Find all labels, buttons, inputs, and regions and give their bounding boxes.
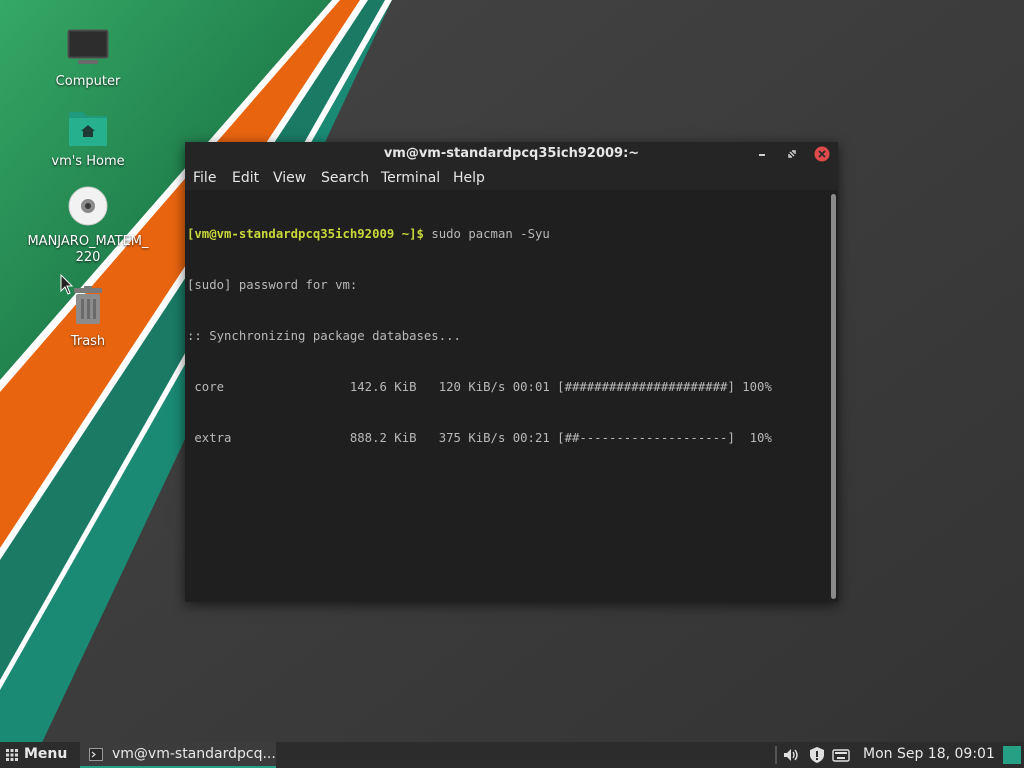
mouse-pointer-icon bbox=[60, 274, 74, 295]
terminal-icon bbox=[89, 748, 103, 761]
output-line: :: Synchronizing package databases... bbox=[187, 329, 461, 343]
output-line: core 142.6 KiB 120 KiB/s 00:01 [########… bbox=[187, 380, 772, 394]
keyboard-layout-button[interactable] bbox=[832, 746, 850, 764]
menu-file[interactable]: File bbox=[193, 170, 216, 186]
output-line: [sudo] password for vm: bbox=[187, 278, 358, 292]
grid-menu-icon bbox=[6, 749, 18, 761]
update-notifier-button[interactable] bbox=[808, 746, 826, 764]
volume-button[interactable] bbox=[782, 746, 800, 764]
window-titlebar[interactable]: vm@vm-standardpcq35ich92009:~ bbox=[185, 142, 838, 166]
minimize-icon bbox=[759, 154, 765, 156]
terminal-scrollbar[interactable] bbox=[831, 194, 836, 599]
menu-view[interactable]: View bbox=[273, 170, 306, 186]
menu-search[interactable]: Search bbox=[321, 170, 369, 186]
computer-icon bbox=[66, 26, 110, 70]
maximize-icon bbox=[788, 150, 796, 158]
menu-edit[interactable]: Edit bbox=[232, 170, 259, 186]
desktop-icon-disc[interactable]: MANJARO_MATEM_ 220 bbox=[18, 186, 158, 266]
menu-terminal[interactable]: Terminal bbox=[381, 170, 440, 186]
main-menu-label: Menu bbox=[24, 746, 68, 762]
desktop-icon-computer[interactable]: Computer bbox=[18, 26, 158, 90]
command-text: sudo pacman -Syu bbox=[423, 227, 550, 241]
terminal-menubar: File Edit View Search Terminal Help bbox=[185, 166, 838, 190]
terminal-output[interactable]: [vm@vm-standardpcq35ich92009 ~]$ sudo pa… bbox=[187, 192, 827, 592]
command-line: [vm@vm-standardpcq35ich92009 ~]$ sudo pa… bbox=[187, 226, 827, 243]
close-icon bbox=[814, 146, 830, 162]
taskbar-window-label: vm@vm-standardpcq... bbox=[112, 746, 276, 762]
output-line: extra 888.2 KiB 375 KiB/s 00:21 [##-----… bbox=[187, 431, 772, 445]
clock[interactable]: Mon Sep 18, 09:01 bbox=[863, 746, 995, 762]
desktop-icon-home[interactable]: vm's Home bbox=[18, 106, 158, 170]
desktop-icon-trash[interactable]: Trash bbox=[18, 286, 158, 350]
minimize-button[interactable] bbox=[753, 145, 771, 163]
desktop-icon-label: vm's Home bbox=[51, 154, 125, 169]
desktop-icon-label: Trash bbox=[70, 334, 106, 349]
tray-separator bbox=[775, 746, 777, 764]
shell-prompt: [vm@vm-standardpcq35ich92009 ~]$ bbox=[187, 227, 424, 241]
security-update-icon bbox=[810, 747, 824, 763]
close-button[interactable] bbox=[813, 145, 831, 163]
desktop-icon-label: MANJARO_MATEM_ 220 bbox=[27, 234, 149, 265]
taskbar: Menu vm@vm-standardpcq... Mon Sep 18, 09… bbox=[0, 742, 1024, 768]
volume-icon bbox=[784, 749, 798, 761]
maximize-button[interactable] bbox=[783, 145, 801, 163]
main-menu-button[interactable]: Menu bbox=[0, 742, 76, 768]
window-title: vm@vm-standardpcq35ich92009:~ bbox=[383, 146, 640, 161]
optical-disc-icon bbox=[66, 186, 110, 230]
terminal-window[interactable]: vm@vm-standardpcq35ich92009:~ File Edit … bbox=[185, 142, 838, 602]
menu-help[interactable]: Help bbox=[453, 170, 485, 186]
desktop-icon-label: Computer bbox=[55, 74, 121, 89]
home-folder-icon bbox=[66, 106, 110, 150]
keyboard-icon bbox=[832, 749, 850, 762]
taskbar-window-terminal[interactable]: vm@vm-standardpcq... bbox=[80, 742, 276, 768]
show-desktop-button[interactable] bbox=[1003, 746, 1021, 764]
